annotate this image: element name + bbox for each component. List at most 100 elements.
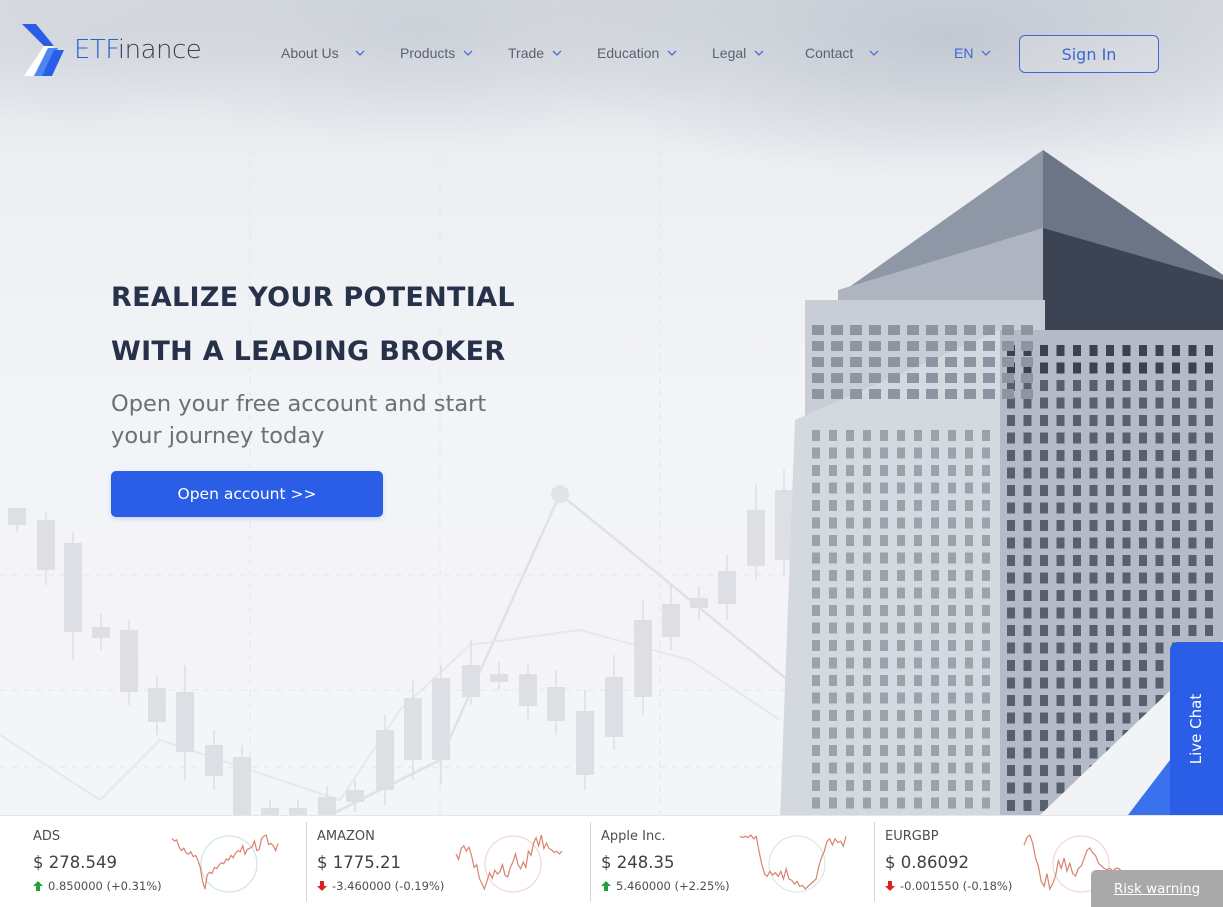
building-window <box>869 325 881 335</box>
nav-item-trade[interactable]: Trade <box>508 45 562 61</box>
building-window <box>914 430 922 441</box>
instrument-price: $ 1775.21 <box>317 853 401 872</box>
building-window <box>831 373 843 383</box>
building-window <box>965 430 973 441</box>
building-window <box>1023 590 1032 601</box>
building-window <box>846 447 854 459</box>
building-window <box>863 675 871 686</box>
candle-body <box>92 627 110 638</box>
building-window <box>1106 625 1114 636</box>
sparkline-circle <box>768 835 826 893</box>
building-window <box>1007 467 1015 479</box>
sparkline-chart <box>455 834 563 893</box>
building-window <box>965 570 973 581</box>
building-window <box>869 373 881 383</box>
building-window <box>914 500 922 511</box>
building-window <box>1155 572 1164 584</box>
sign-in-button[interactable]: Sign In <box>1019 35 1159 73</box>
nav-item-products[interactable]: Products <box>400 45 473 61</box>
candle-body <box>376 730 394 790</box>
language-selector[interactable]: EN <box>954 45 991 61</box>
building-window <box>1155 555 1164 566</box>
building-window <box>945 341 957 351</box>
live-chat-button[interactable]: Live Chat <box>1170 642 1223 815</box>
building-window <box>1023 485 1032 496</box>
building-window <box>945 357 957 367</box>
building-window <box>1056 485 1065 496</box>
nav-item-contact[interactable]: Contact <box>805 45 879 61</box>
building-window <box>1089 730 1098 741</box>
building-window <box>846 465 854 476</box>
building-window <box>914 727 922 739</box>
building-window <box>1155 380 1164 391</box>
building-window <box>1188 607 1197 619</box>
building-window <box>1073 677 1081 689</box>
building-window <box>914 605 922 616</box>
building-window <box>1073 695 1081 706</box>
ticker-item-apple[interactable]: Apple Inc. $ 248.35 5.460000 (+2.25%) <box>590 821 874 901</box>
building-window <box>831 357 843 367</box>
building-window <box>914 762 922 774</box>
building-window <box>1172 520 1180 531</box>
building-window <box>1007 450 1015 461</box>
building-window <box>1023 415 1032 426</box>
building-window <box>1106 397 1114 409</box>
building-window <box>1172 362 1180 374</box>
open-account-button[interactable]: Open account >> <box>111 471 383 517</box>
building-window <box>1122 660 1131 671</box>
building-window <box>1106 415 1114 426</box>
nav-item-about-us[interactable]: About Us <box>281 45 365 61</box>
ticker-item-amazon[interactable]: AMAZON $ 1775.21 -3.460000 (-0.19%) <box>306 821 590 901</box>
building-window <box>897 430 905 441</box>
hero-section: ETFinance About Us Products Trade Educat… <box>0 0 1223 815</box>
building-window <box>1188 397 1197 409</box>
building-window <box>1040 467 1048 479</box>
building-window <box>812 797 820 809</box>
building-window <box>846 675 854 686</box>
ticker-item-ads[interactable]: ADS $ 278.549 0.850000 (+0.31%) <box>0 821 306 901</box>
brand-logo[interactable]: ETFinance <box>22 24 202 76</box>
building-window <box>948 710 956 721</box>
building-window <box>982 430 990 441</box>
building-window <box>897 570 905 581</box>
building-window <box>1040 555 1048 566</box>
building-window <box>1056 467 1065 479</box>
building-window <box>1073 537 1081 549</box>
building-window <box>931 535 939 546</box>
hero-headline-line1: REALIZE YOUR POTENTIAL <box>111 282 515 313</box>
building-window <box>880 552 888 564</box>
building-window <box>812 500 820 511</box>
building-window <box>1106 555 1114 566</box>
building-window <box>948 535 956 546</box>
building-window <box>1122 590 1131 601</box>
building-window <box>1073 397 1081 409</box>
building-window <box>1139 660 1147 671</box>
building-window <box>1089 695 1098 706</box>
building-window <box>812 535 820 546</box>
building-window <box>1188 485 1197 496</box>
building-window <box>1023 747 1032 759</box>
building-window <box>1073 432 1081 444</box>
risk-warning-button[interactable]: Risk warning <box>1091 870 1223 907</box>
building-window <box>1139 450 1147 461</box>
building-window <box>1023 467 1032 479</box>
building-window <box>812 727 820 739</box>
nav-item-legal[interactable]: Legal <box>712 45 764 61</box>
nav-item-education[interactable]: Education <box>597 45 677 61</box>
trend-point <box>551 485 569 503</box>
building-window <box>1172 397 1180 409</box>
building-window <box>1205 345 1213 356</box>
building-window <box>1089 380 1098 391</box>
building-window <box>914 587 922 599</box>
building-window <box>1040 712 1048 724</box>
building-window <box>1023 537 1032 549</box>
building-window <box>880 780 888 791</box>
instrument-price: $ 278.549 <box>33 853 117 872</box>
building-window <box>1122 520 1131 531</box>
building-window <box>965 780 973 791</box>
candle-body <box>432 678 450 760</box>
building-window <box>965 710 973 721</box>
building-window <box>1188 572 1197 584</box>
building-window <box>907 389 919 399</box>
building-window <box>1021 325 1033 335</box>
